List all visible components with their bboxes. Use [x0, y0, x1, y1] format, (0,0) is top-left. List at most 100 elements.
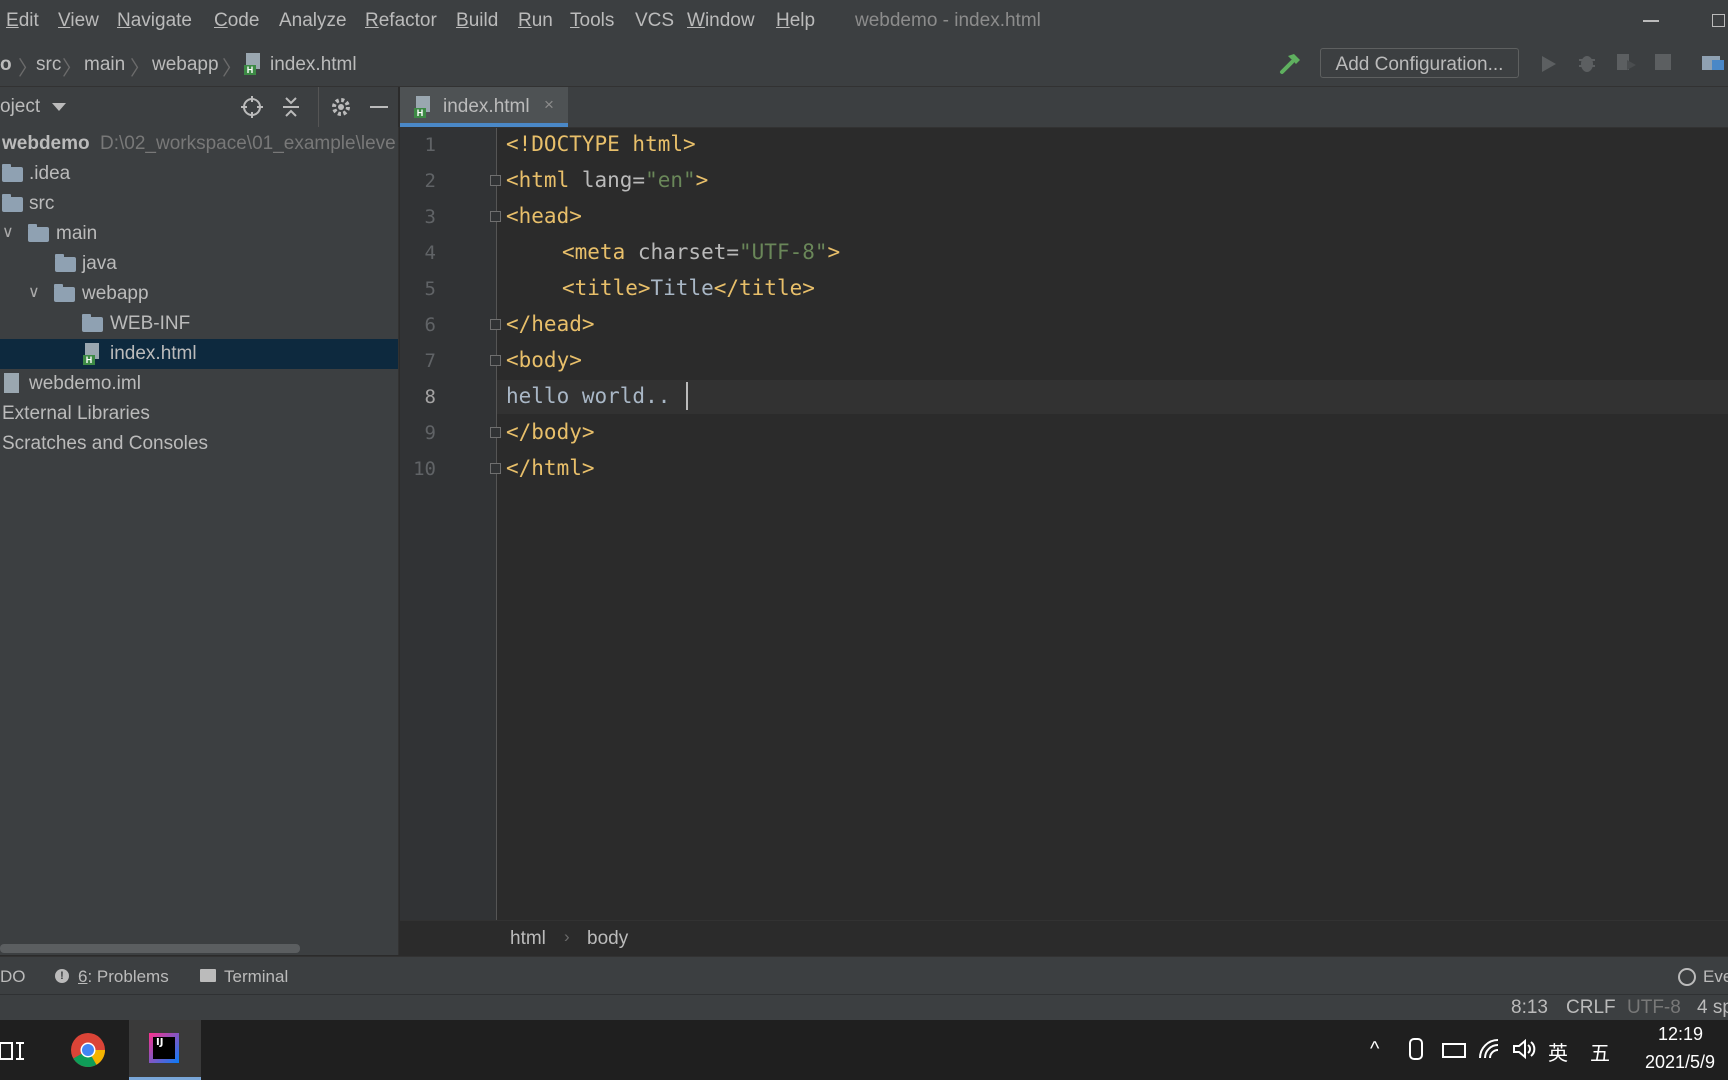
coverage-icon[interactable]: [1614, 52, 1638, 79]
menu-code[interactable]: Code: [214, 10, 259, 32]
code-breadcrumb-html[interactable]: html: [510, 928, 546, 950]
fold-icon[interactable]: [490, 427, 501, 438]
hide-panel-icon[interactable]: [370, 106, 388, 108]
menu-vcs[interactable]: VCS: [635, 10, 674, 32]
menu-navigate[interactable]: Navigate: [117, 10, 192, 32]
tree-item-label: webdemo.iml: [29, 373, 141, 394]
add-configuration-button[interactable]: Add Configuration...: [1320, 48, 1519, 78]
tree-item-external-libraries[interactable]: External Libraries: [0, 399, 398, 429]
clock-time[interactable]: 12:19: [1658, 1024, 1703, 1045]
collapse-all-icon[interactable]: [280, 95, 302, 124]
fold-icon[interactable]: [490, 319, 501, 330]
debug-icon[interactable]: [1576, 52, 1598, 79]
code-line-3[interactable]: <head>: [506, 204, 582, 228]
code-breadcrumbs: html › body: [400, 920, 1728, 957]
locate-icon[interactable]: [240, 95, 264, 124]
microphone-icon[interactable]: [1409, 1038, 1423, 1060]
fold-guide: [496, 128, 497, 920]
wifi-icon[interactable]: [1478, 1038, 1502, 1065]
chevron-down-icon[interactable]: [52, 103, 66, 111]
caret-position[interactable]: 8:13: [1511, 997, 1548, 1019]
menu-refactor[interactable]: Refactor: [365, 10, 437, 32]
code-line-10[interactable]: </html>: [506, 456, 595, 480]
tree-item-scratches[interactable]: Scratches and Consoles: [0, 429, 398, 459]
chevron-right-icon: ›: [564, 927, 570, 946]
tree-item-label: main: [56, 223, 98, 244]
tree-item-webdemo-iml[interactable]: webdemo.iml: [0, 369, 398, 399]
run-icon[interactable]: [1540, 54, 1558, 79]
problems-tool-button[interactable]: 6: Problems: [78, 967, 169, 987]
code-line-8[interactable]: hello world..: [506, 384, 670, 408]
breadcrumb-main[interactable]: main: [84, 54, 125, 76]
hammer-icon[interactable]: [1278, 50, 1304, 81]
task-view-icon[interactable]: [0, 1040, 26, 1069]
menu-edit[interactable]: Edit: [6, 10, 39, 32]
battery-icon[interactable]: [1442, 1043, 1466, 1058]
ime-language[interactable]: 英: [1548, 1037, 1568, 1066]
breadcrumb-file[interactable]: index.html: [270, 54, 357, 76]
line-number: 1: [424, 134, 436, 156]
code-line-7[interactable]: <body>: [506, 348, 582, 372]
menu-build[interactable]: Build: [456, 10, 498, 32]
tab-label: index.html: [443, 96, 530, 117]
code-line-1[interactable]: <!DOCTYPE html>: [506, 132, 696, 156]
intellij-icon: IJ: [149, 1033, 179, 1063]
code-line-9[interactable]: </body>: [506, 420, 595, 444]
tree-item-web-inf[interactable]: WEB-INF: [0, 309, 398, 339]
breadcrumb-project[interactable]: o: [0, 54, 12, 76]
fold-icon[interactable]: [490, 463, 501, 474]
code-line-4[interactable]: <meta charset="UTF-8">: [562, 240, 840, 264]
volume-icon[interactable]: [1512, 1038, 1536, 1065]
code-line-6[interactable]: </head>: [506, 312, 595, 336]
line-number-current: 8: [424, 386, 436, 408]
tree-item-main[interactable]: ∨ main: [0, 219, 398, 249]
menu-run[interactable]: Run: [518, 10, 553, 32]
close-icon[interactable]: ×: [544, 95, 554, 115]
todo-tool-button[interactable]: DO: [0, 967, 26, 987]
menu-analyze[interactable]: Analyze: [279, 10, 347, 32]
code-line-5[interactable]: <title>Title</title>: [562, 276, 815, 300]
tree-item-label: java: [82, 253, 117, 274]
project-panel-header: oject: [0, 87, 398, 127]
indent-setting[interactable]: 4 sp: [1697, 997, 1728, 1019]
chevron-up-icon[interactable]: ^: [1370, 1038, 1379, 1061]
chevron-down-icon[interactable]: ∨: [2, 222, 14, 242]
html-file-icon: H: [414, 96, 432, 118]
minimize-icon[interactable]: [1643, 20, 1659, 22]
menu-window[interactable]: Window: [687, 10, 755, 32]
clock-date[interactable]: 2021/5/9: [1645, 1052, 1715, 1073]
chrome-icon[interactable]: [70, 1032, 106, 1073]
line-number: 10: [413, 458, 436, 480]
fold-icon[interactable]: [490, 211, 501, 222]
gear-icon[interactable]: [329, 95, 353, 124]
tree-item-index-html[interactable]: H index.html: [0, 339, 398, 369]
menu-view[interactable]: View: [58, 10, 99, 32]
menu-help[interactable]: Help: [776, 10, 815, 32]
tree-item-src[interactable]: src: [0, 189, 398, 219]
tree-item-webdemo[interactable]: webdemo D:\02_workspace\01_example\leve: [0, 129, 398, 159]
menu-tools[interactable]: Tools: [570, 10, 614, 32]
code-line-2[interactable]: <html lang="en">: [506, 168, 708, 192]
horizontal-scrollbar[interactable]: [0, 944, 300, 953]
tab-index-html[interactable]: H index.html ×: [400, 87, 568, 127]
chevron-down-icon[interactable]: ∨: [28, 282, 40, 302]
ime-mode[interactable]: 五: [1590, 1037, 1610, 1066]
stop-icon[interactable]: [1655, 54, 1671, 70]
tree-item-java[interactable]: java: [0, 249, 398, 279]
event-log-tool-button[interactable]: Eve: [1703, 967, 1728, 987]
terminal-tool-button[interactable]: Terminal: [224, 967, 288, 987]
file-encoding[interactable]: UTF-8: [1627, 997, 1681, 1019]
breadcrumb-src[interactable]: src: [36, 54, 61, 76]
code-breadcrumb-body[interactable]: body: [587, 928, 628, 950]
project-structure-icon[interactable]: [1700, 52, 1728, 79]
line-separator[interactable]: CRLF: [1566, 997, 1616, 1019]
breadcrumb-webapp[interactable]: webapp: [152, 54, 219, 76]
restore-icon[interactable]: [1712, 14, 1725, 27]
tree-item-idea[interactable]: .idea: [0, 159, 398, 189]
fold-icon[interactable]: [490, 175, 501, 186]
tree-item-webapp[interactable]: ∨ webapp: [0, 279, 398, 309]
intellij-taskbar-button[interactable]: IJ: [129, 1020, 201, 1080]
tree-item-label: index.html: [110, 343, 197, 364]
fold-icon[interactable]: [490, 355, 501, 366]
project-view-selector[interactable]: oject: [0, 96, 40, 118]
